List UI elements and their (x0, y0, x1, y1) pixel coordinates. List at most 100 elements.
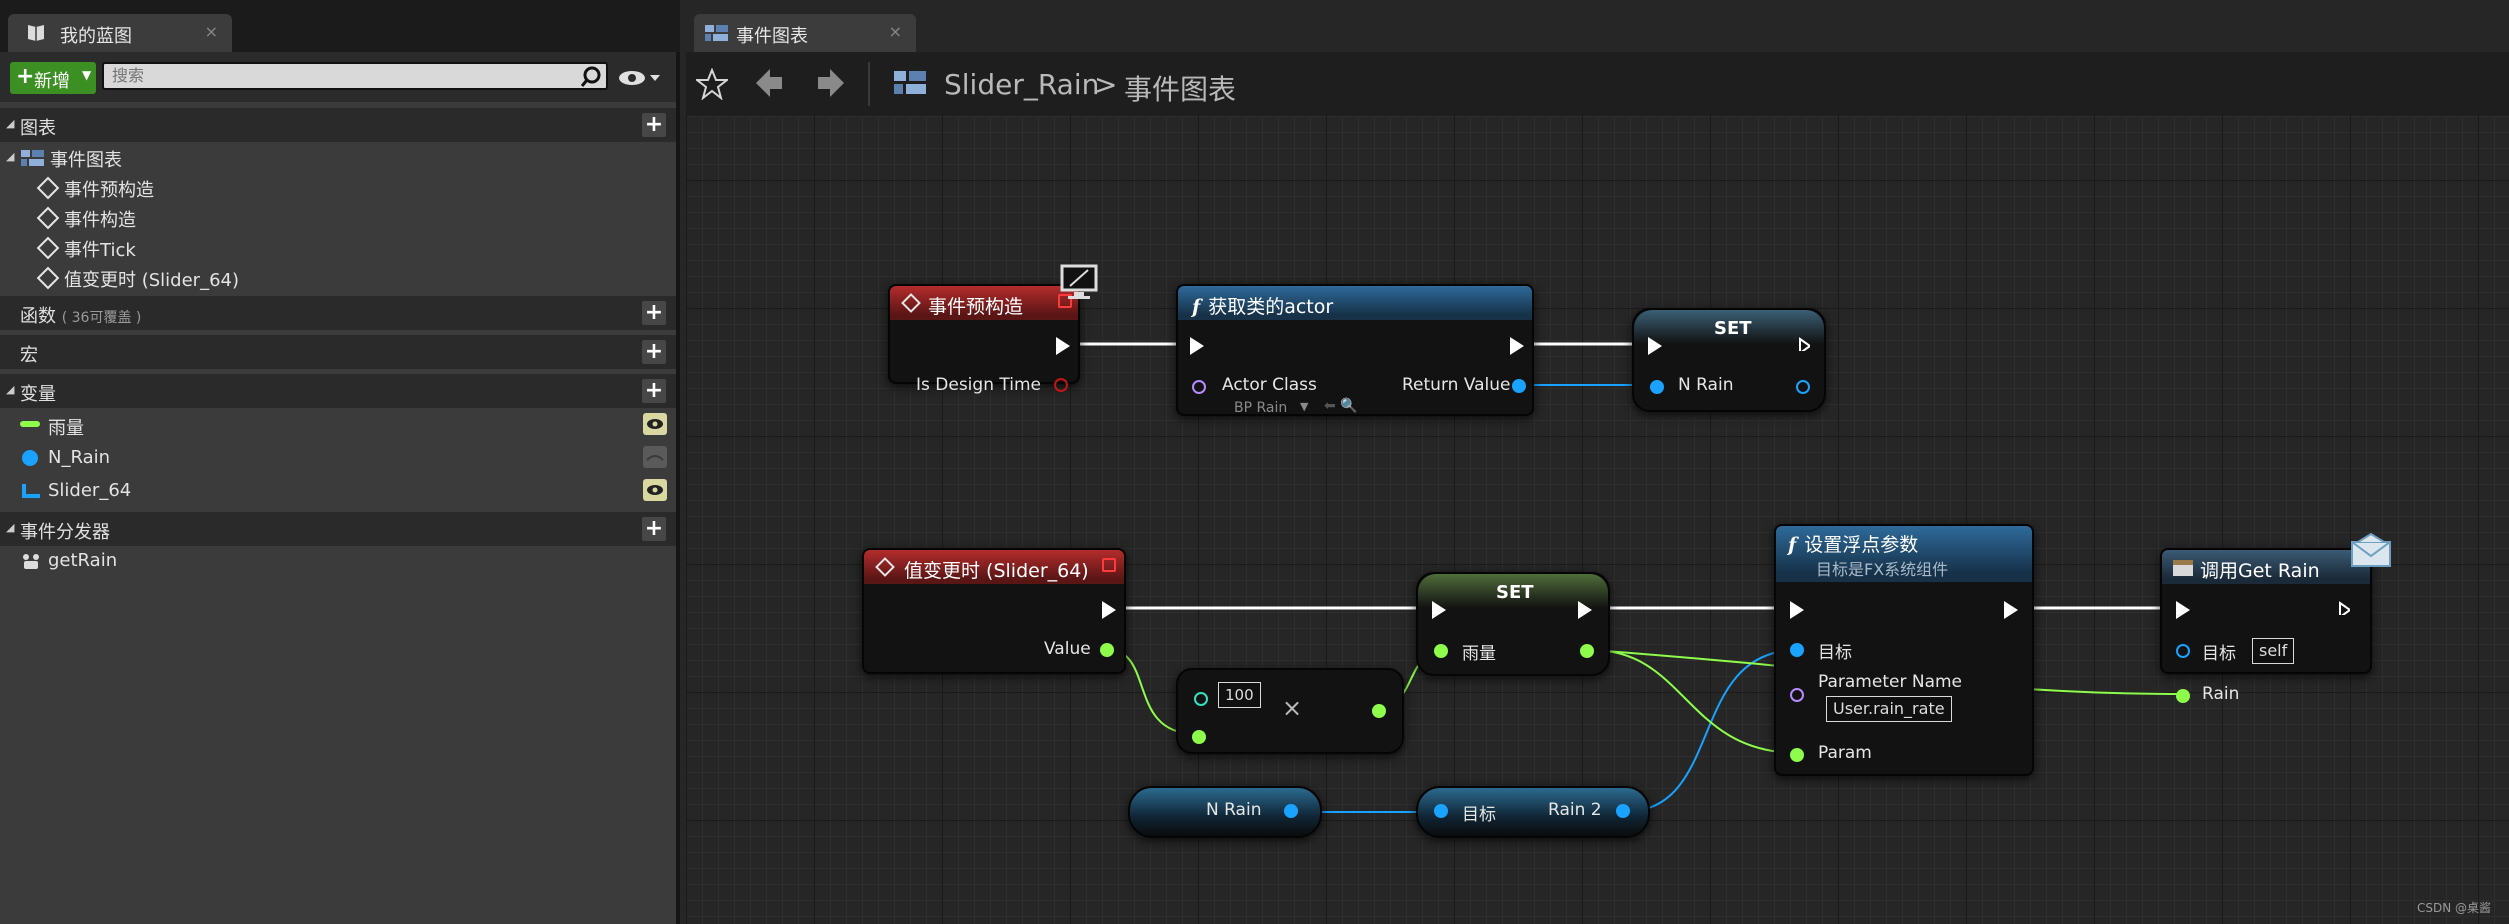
object-out-pin[interactable] (1796, 380, 1810, 394)
functions-category[interactable]: 函数 ( 36可覆盖 ) + (0, 296, 676, 330)
browse-icons[interactable]: ⬅ 🔍 (1324, 398, 1358, 414)
class-dropdown[interactable]: BP Rain (1234, 400, 1287, 416)
node-title: 设置浮点参数 (1804, 534, 1919, 556)
event-graph-item[interactable]: ◢ 事件图表 (0, 144, 676, 172)
graphs-category[interactable]: ◢ 图表 + (0, 108, 676, 142)
preconstruct-event-node[interactable]: 事件预构造 Is Design Time (888, 284, 1080, 395)
float-in-pin[interactable] (1790, 748, 1804, 762)
float-out-pin[interactable] (1100, 643, 1114, 657)
variables-category[interactable]: ◢ 变量 + (0, 374, 676, 408)
pin-label: 雨量 (1462, 644, 1496, 664)
exec-out-pin[interactable] (1056, 337, 1070, 355)
object-in-pin[interactable] (1434, 804, 1448, 818)
collapse-arrow-icon: ◢ (6, 521, 15, 534)
event-item[interactable]: 值变更时 (Slider_64) (0, 264, 676, 292)
set-rain-amount-node[interactable]: SET 雨量 (1416, 572, 1610, 676)
add-dispatcher-button[interactable]: + (642, 517, 666, 541)
exec-out-pin[interactable] (2338, 601, 2350, 615)
exec-in-pin[interactable] (1432, 601, 1446, 619)
object-in-pin[interactable] (1790, 643, 1804, 657)
float-in-pin[interactable] (2176, 689, 2190, 703)
exec-in-pin[interactable] (1190, 337, 1204, 355)
dispatcher-call-icon (2173, 560, 2193, 576)
add-variable-button[interactable]: + (642, 379, 666, 403)
add-new-button[interactable]: + 新增 ▼ (10, 62, 96, 94)
add-macro-button[interactable]: + (642, 340, 666, 364)
search-icon[interactable] (580, 66, 602, 88)
search-input[interactable] (102, 62, 608, 90)
float-out-pin[interactable] (1372, 704, 1386, 718)
object-out-pin[interactable] (1284, 804, 1298, 818)
event-item[interactable]: 事件预构造 (0, 174, 676, 202)
get-actor-of-class-node[interactable]: f 获取类的actor Actor Class BP Rain ▼ ⬅ 🔍 Ret… (1176, 284, 1534, 416)
multiply-node[interactable]: 100 × (1176, 668, 1404, 754)
dispatchers-label: 事件分发器 (20, 522, 110, 543)
object-type-icon (22, 450, 38, 466)
class-in-pin[interactable] (1192, 380, 1206, 394)
set-n-rain-node[interactable]: SET N Rain (1632, 308, 1826, 412)
graph-canvas[interactable]: Slider_Rain > 事件图表 事件预构造 Is Design Time (686, 52, 2509, 924)
exec-in-pin[interactable] (1790, 601, 1804, 619)
dispatchers-category[interactable]: ◢ 事件分发器 + (0, 512, 676, 546)
exec-out-pin[interactable] (1578, 601, 1592, 619)
exec-in-pin[interactable] (2176, 601, 2190, 619)
call-get-rain-node[interactable]: 调用Get Rain 目标 self Rain (2160, 548, 2372, 704)
exec-out-pin[interactable] (1510, 337, 1524, 355)
object-in-pin[interactable] (2176, 644, 2190, 658)
event-item[interactable]: 事件Tick (0, 234, 676, 262)
on-value-changed-event-node[interactable]: 值变更时 (Slider_64) Value (862, 548, 1126, 674)
exec-out-pin[interactable] (1798, 337, 1810, 351)
macros-category[interactable]: 宏 + (0, 335, 676, 369)
tab-event-graph[interactable]: 事件图表 × (694, 14, 916, 52)
graphs-label: 图表 (20, 118, 56, 139)
view-options-eye-icon[interactable] (618, 70, 662, 86)
object-out-pin[interactable] (1512, 379, 1526, 393)
function-f-icon: f (1192, 296, 1201, 318)
float-in-pin[interactable] (1434, 644, 1448, 658)
node-title: 值变更时 (Slider_64) (904, 560, 1089, 582)
exec-in-pin[interactable] (1648, 337, 1662, 355)
dispatcher-item[interactable]: getRain (0, 548, 676, 576)
private-eye-icon[interactable] (643, 446, 667, 468)
tab-label: 事件图表 (736, 26, 808, 47)
set-float-parameter-node[interactable]: f 设置浮点参数 目标是FX系统组件 目标 Parameter Name User… (1774, 524, 2034, 776)
close-icon[interactable]: × (205, 22, 218, 41)
exec-out-pin[interactable] (1102, 601, 1116, 619)
delegate-pin-icon[interactable] (1102, 558, 1116, 572)
variable-label: N Rain (1206, 800, 1262, 820)
event-item[interactable]: 事件构造 (0, 204, 676, 232)
tab-my-blueprint[interactable]: 我的蓝图 × (8, 14, 232, 52)
parameter-name-input[interactable]: User.rain_rate (1826, 696, 1952, 722)
pin-label: 目标 (1818, 643, 1852, 663)
event-graph-label: 事件图表 (50, 150, 122, 171)
functions-label: 函数 ( 36可覆盖 ) (20, 302, 141, 328)
node-title: 事件预构造 (928, 296, 1024, 318)
pin-label: Is Design Time (916, 375, 1041, 395)
public-eye-icon[interactable] (643, 413, 667, 435)
float-in-pin[interactable] (1192, 730, 1206, 744)
target-input[interactable]: self (2252, 638, 2295, 664)
add-function-button[interactable]: + (642, 301, 666, 325)
close-icon[interactable]: × (889, 22, 902, 41)
dispatcher-icon (23, 554, 39, 569)
public-eye-icon[interactable] (643, 479, 667, 501)
rain2-getter-node[interactable]: 目标 Rain 2 (1416, 786, 1650, 838)
n-rain-getter-node[interactable]: N Rain (1128, 786, 1322, 838)
node-title: SET (1496, 582, 1534, 603)
object-in-pin[interactable] (1650, 380, 1664, 394)
variable-item[interactable]: Slider_64 (0, 478, 676, 506)
pin-label: Actor Class (1222, 375, 1317, 395)
float-out-pin[interactable] (1580, 644, 1594, 658)
object-out-pin[interactable] (1616, 804, 1630, 818)
dropdown-caret-icon[interactable]: ▼ (1300, 400, 1308, 413)
bool-out-pin[interactable] (1054, 378, 1068, 392)
wildcard-in-pin[interactable] (1194, 692, 1208, 706)
add-graph-button[interactable]: + (642, 113, 666, 137)
exec-out-pin[interactable] (2004, 601, 2018, 619)
pin-label: Return Value (1402, 375, 1511, 395)
variable-label: Slider_64 (48, 480, 132, 501)
name-in-pin[interactable] (1790, 688, 1804, 702)
variable-item[interactable]: N_Rain (0, 445, 676, 473)
variable-item[interactable]: 雨量 (0, 412, 676, 440)
multiplier-input[interactable]: 100 (1218, 682, 1261, 708)
